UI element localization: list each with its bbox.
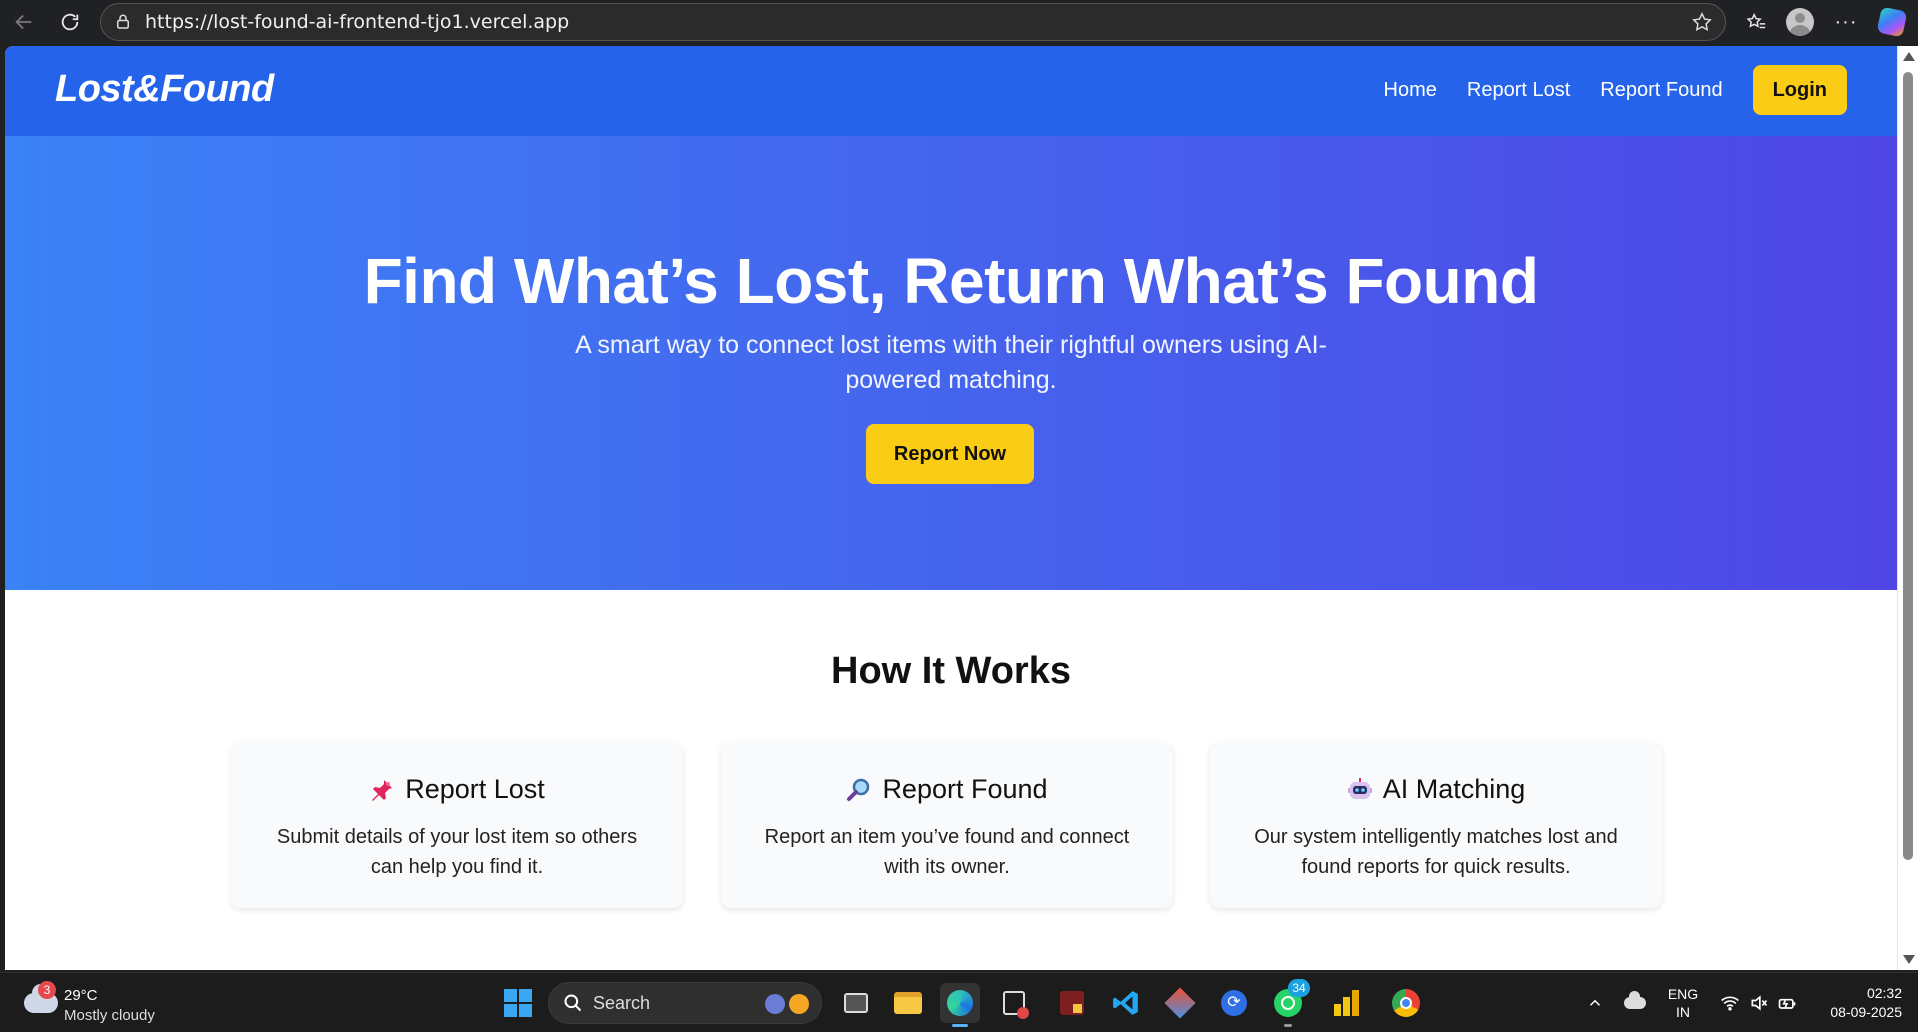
nav-links: Home Report Lost Report Found Login (1384, 65, 1847, 115)
sync-app-icon[interactable]: ⟳ (1214, 983, 1254, 1023)
power-bi-icon[interactable] (1326, 983, 1366, 1023)
clock-time: 02:32 (1866, 985, 1902, 1001)
hero-section: Find What’s Lost, Return What’s Found A … (5, 136, 1897, 590)
scroll-down-arrow-icon[interactable] (1903, 955, 1915, 964)
favorites-icon[interactable] (1738, 4, 1774, 40)
nav-report-lost-link[interactable]: Report Lost (1467, 79, 1570, 102)
nav-report-found-link[interactable]: Report Found (1600, 79, 1722, 102)
card-title: Report Lost (405, 774, 545, 804)
search-icon (563, 993, 583, 1013)
more-options-icon[interactable]: ··· (1828, 4, 1864, 40)
edge-browser-icon[interactable] (940, 983, 980, 1027)
language-indicator[interactable]: ENG IN (1662, 983, 1704, 1023)
windows-start-icon[interactable] (498, 983, 538, 1023)
weather-badge: 3 (38, 981, 56, 999)
whatsapp-badge: 34 (1288, 979, 1310, 997)
onedrive-cloud-icon[interactable] (1618, 983, 1652, 1023)
scrollbar-thumb[interactable] (1903, 72, 1913, 860)
report-now-button[interactable]: Report Now (866, 424, 1034, 484)
robot-icon (1347, 777, 1373, 803)
site-logo[interactable]: Lost&Found (55, 68, 274, 111)
back-arrow-icon[interactable] (6, 4, 42, 40)
profile-avatar-icon[interactable] (1780, 4, 1820, 40)
card-report-lost: Report Lost Submit details of your lost … (231, 742, 683, 908)
card-ai-matching: AI Matching Our system intelligently mat… (1210, 742, 1662, 908)
weather-condition: Mostly cloudy (64, 1007, 155, 1024)
page-scrollbar[interactable] (1897, 46, 1918, 970)
whatsapp-icon[interactable]: 34 (1268, 979, 1310, 1027)
card-title: Report Found (882, 774, 1048, 804)
card-title: AI Matching (1382, 774, 1526, 804)
site-info-icon[interactable] (113, 12, 133, 32)
scroll-up-arrow-icon[interactable] (1903, 52, 1915, 61)
copilot-icon[interactable] (1872, 4, 1912, 40)
nav-home-link[interactable]: Home (1384, 79, 1437, 102)
system-clock[interactable]: 02:32 08-09-2025 (1810, 983, 1902, 1023)
taskbar-search[interactable]: Search (548, 982, 822, 1024)
hero-title: Find What’s Lost, Return What’s Found (363, 245, 1539, 317)
how-it-works-title: How It Works (831, 650, 1071, 692)
hero-subtitle: A smart way to connect lost items with t… (575, 331, 1327, 394)
clock-date: 08-09-2025 (1830, 1004, 1902, 1020)
reload-icon[interactable] (52, 4, 88, 40)
card-description: Our system intelligently matches lost an… (1254, 826, 1618, 878)
card-report-found: Report Found Report an item you’ve found… (721, 742, 1173, 908)
address-bar[interactable]: https://lost-found-ai-frontend-tjo1.verc… (100, 3, 1726, 41)
card-description: Submit details of your lost item so othe… (276, 826, 638, 878)
volume-muted-icon[interactable] (1746, 983, 1772, 1023)
login-button[interactable]: Login (1752, 65, 1847, 115)
task-view-icon[interactable] (836, 983, 876, 1023)
vscode-icon[interactable] (1106, 983, 1146, 1023)
chevron-up-icon[interactable] (1580, 983, 1610, 1023)
magnifier-icon (846, 777, 872, 803)
file-explorer-icon[interactable] (888, 983, 928, 1023)
snipping-tool-icon[interactable] (994, 983, 1034, 1023)
language-code: ENG (1667, 986, 1699, 1002)
favorite-star-icon[interactable] (1691, 11, 1715, 35)
weather-widget[interactable]: 3 29°C Mostly cloudy (20, 981, 180, 1025)
pushpin-icon (369, 777, 395, 803)
git-app-icon[interactable] (1160, 983, 1200, 1023)
site-navbar: Lost&Found Home Report Lost Report Found… (5, 46, 1897, 136)
search-highlight-icon (765, 992, 813, 1016)
store-app-icon[interactable] (1052, 983, 1092, 1023)
url-text[interactable]: https://lost-found-ai-frontend-tjo1.verc… (145, 11, 569, 33)
taskbar: 3 29°C Mostly cloudy Search ⟳ 34 ENG IN … (0, 972, 1918, 1032)
search-label: Search (593, 993, 651, 1013)
language-region: IN (1676, 1004, 1690, 1020)
wifi-icon[interactable] (1716, 983, 1744, 1023)
battery-charging-icon[interactable] (1774, 983, 1800, 1023)
page-viewport: Lost&Found Home Report Lost Report Found… (5, 46, 1897, 970)
card-description: Report an item you’ve found and connect … (764, 826, 1130, 878)
browser-toolbar: https://lost-found-ai-frontend-tjo1.verc… (0, 0, 1918, 44)
chrome-icon[interactable] (1386, 983, 1426, 1023)
weather-temperature: 29°C (64, 987, 98, 1004)
